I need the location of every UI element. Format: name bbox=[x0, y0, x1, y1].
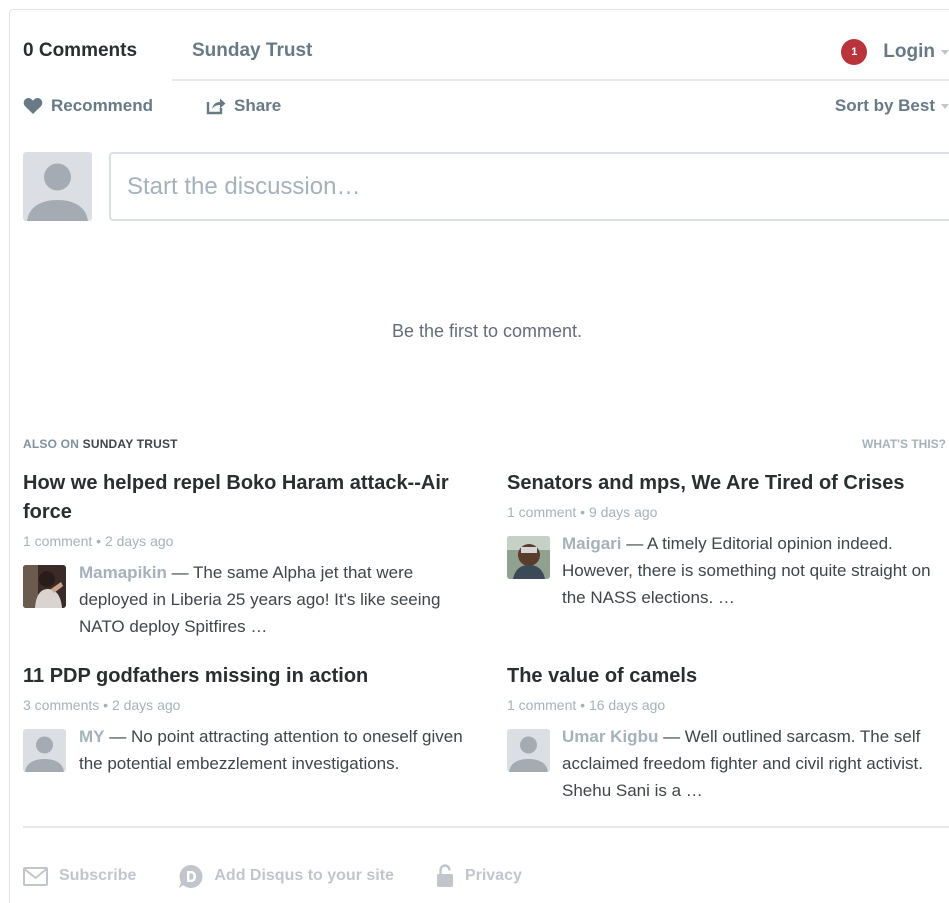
share-button[interactable]: Share bbox=[206, 96, 281, 116]
top-comment[interactable]: Mamapikin — The same Alpha jet that were… bbox=[23, 559, 473, 640]
commenter-name[interactable]: Umar Kigbu bbox=[562, 727, 658, 746]
commenter-name[interactable]: MY bbox=[79, 727, 105, 746]
story-meta: 1 comment • 2 days ago bbox=[23, 533, 174, 549]
envelope-icon bbox=[23, 866, 48, 886]
lock-icon bbox=[436, 864, 453, 887]
tab-sunday-trust[interactable]: Sunday Trust bbox=[192, 40, 312, 62]
commenter-avatar bbox=[507, 729, 550, 772]
chevron-down-icon bbox=[941, 104, 949, 110]
recommend-label: Recommend bbox=[51, 96, 154, 115]
story-meta: 3 comments • 2 days ago bbox=[23, 697, 181, 713]
add-disqus-link[interactable]: Add Disqus to your site bbox=[178, 864, 394, 889]
user-avatar bbox=[23, 152, 92, 221]
comment-placeholder: Start the discussion… bbox=[127, 173, 361, 200]
comment-excerpt: No point attracting attention to oneself… bbox=[79, 727, 463, 773]
whats-this-link[interactable]: WHAT'S THIS? bbox=[862, 437, 946, 451]
empty-thread-message: Be the first to comment. bbox=[391, 321, 583, 341]
add-disqus-label: Add Disqus to your site bbox=[214, 867, 394, 884]
nav-divider bbox=[172, 79, 949, 81]
also-on-heading: ALSO ON SUNDAY TRUST bbox=[23, 437, 178, 451]
also-on-site[interactable]: SUNDAY TRUST bbox=[83, 437, 178, 451]
comment-count: 0 Comments bbox=[23, 40, 138, 61]
default-avatar-icon bbox=[509, 736, 548, 772]
commenter-name[interactable]: Maigari bbox=[562, 534, 622, 553]
recommend-button[interactable]: Recommend bbox=[23, 96, 153, 116]
top-comment[interactable]: Umar Kigbu — Well outlined sarcasm. The … bbox=[507, 723, 949, 804]
story-age: 16 days ago bbox=[588, 697, 666, 713]
story-meta: 1 comment • 9 days ago bbox=[507, 504, 658, 520]
commenter-avatar bbox=[507, 536, 550, 579]
sort-dropdown[interactable]: Sort by Best bbox=[835, 96, 949, 116]
commenter-name[interactable]: Mamapikin bbox=[79, 563, 167, 582]
also-on-prefix: ALSO ON bbox=[23, 437, 80, 451]
avatar-photo bbox=[23, 565, 66, 608]
comment-count-link[interactable]: 3 comments bbox=[23, 697, 99, 713]
share-label: Share bbox=[234, 96, 282, 115]
commenter-avatar bbox=[23, 729, 66, 772]
privacy-link[interactable]: Privacy bbox=[436, 864, 522, 888]
story-age: 2 days ago bbox=[104, 533, 174, 549]
discovery-card[interactable]: Senators and mps, We Are Tired of Crises… bbox=[507, 469, 949, 611]
comment-count-link[interactable]: 1 comment bbox=[507, 697, 576, 713]
notification-badge[interactable]: 1 bbox=[841, 39, 868, 65]
story-title[interactable]: The value of camels bbox=[507, 662, 949, 691]
subscribe-link[interactable]: Subscribe bbox=[23, 866, 137, 886]
comment-input[interactable]: Start the discussion… bbox=[109, 152, 949, 221]
subscribe-label: Subscribe bbox=[59, 867, 137, 884]
story-meta: 1 comment • 16 days ago bbox=[507, 697, 666, 713]
thread-nav: 0 Comments Sunday Trust 1 Login bbox=[23, 38, 949, 81]
discovery-card[interactable]: 11 PDP godfathers missing in action 3 co… bbox=[23, 662, 473, 777]
disqus-logo-icon bbox=[179, 864, 203, 888]
top-comment[interactable]: Maigari — A timely Editorial opinion ind… bbox=[507, 530, 949, 611]
top-comment[interactable]: MY — No point attracting attention to on… bbox=[23, 723, 473, 777]
footer: Subscribe Add Disqus to your site Privac… bbox=[23, 863, 564, 889]
heart-icon bbox=[23, 98, 43, 114]
story-title[interactable]: 11 PDP godfathers missing in action bbox=[23, 662, 473, 691]
story-age: 2 days ago bbox=[111, 697, 181, 713]
chevron-down-icon bbox=[941, 49, 949, 55]
thread-actions: Recommend Share Sort by Best bbox=[23, 96, 949, 120]
comment-count-link[interactable]: 1 comment bbox=[23, 533, 92, 549]
story-title[interactable]: How we helped repel Boko Haram attack--A… bbox=[23, 469, 473, 527]
default-avatar-icon bbox=[27, 163, 88, 221]
share-icon bbox=[206, 98, 226, 115]
commenter-avatar bbox=[23, 565, 66, 608]
avatar-photo bbox=[507, 536, 550, 579]
sort-label: Sort by Best bbox=[834, 96, 935, 115]
discovery-card[interactable]: The value of camels 1 comment • 16 days … bbox=[507, 662, 949, 804]
story-age: 9 days ago bbox=[588, 504, 658, 520]
discovery-card[interactable]: How we helped repel Boko Haram attack--A… bbox=[23, 469, 473, 640]
privacy-label: Privacy bbox=[464, 867, 522, 884]
footer-divider bbox=[23, 826, 949, 828]
comment-count-link[interactable]: 1 comment bbox=[507, 504, 576, 520]
story-title[interactable]: Senators and mps, We Are Tired of Crises bbox=[507, 469, 949, 498]
default-avatar-icon bbox=[25, 736, 64, 772]
login-menu[interactable]: 1 Login bbox=[841, 38, 949, 66]
login-button[interactable]: Login bbox=[883, 41, 935, 63]
